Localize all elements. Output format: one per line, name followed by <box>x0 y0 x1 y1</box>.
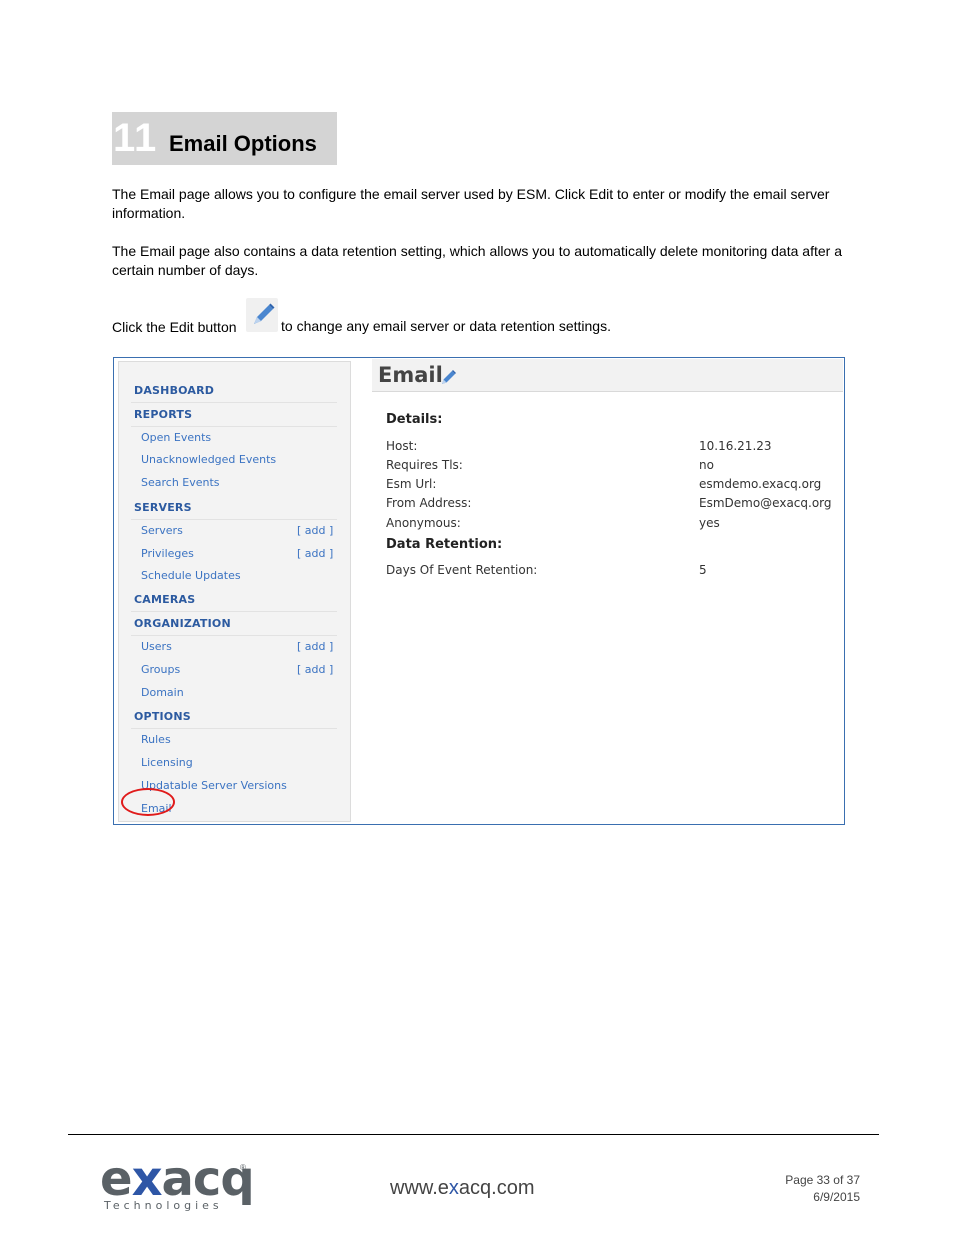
paragraph-2: The Email page also contains a data rete… <box>112 243 842 278</box>
nav-rules[interactable]: Rules <box>141 733 171 746</box>
section-number: 11 <box>113 116 158 160</box>
add-user-link[interactable]: [ add ] <box>297 640 333 653</box>
paragraph-1: The Email page allows you to configure t… <box>112 186 830 221</box>
esm-email-screenshot: DASHBOARD REPORTS Open Events Unacknowle… <box>113 357 845 825</box>
footer-divider <box>68 1134 879 1135</box>
nav-unacknowledged-events[interactable]: Unacknowledged Events <box>141 453 276 466</box>
nav-reports[interactable]: REPORTS <box>134 408 192 421</box>
tls-label: Requires Tls: <box>386 458 463 472</box>
nav-servers[interactable]: Servers <box>141 524 183 537</box>
retention-days-label: Days Of Event Retention: <box>386 563 538 577</box>
nav-users[interactable]: Users <box>141 640 172 653</box>
nav-schedule-updates[interactable]: Schedule Updates <box>141 569 241 582</box>
url-label: Esm Url: <box>386 477 437 491</box>
edit-instruction-before: Click the Edit button <box>112 319 237 335</box>
edit-pencil-icon[interactable] <box>440 368 458 391</box>
nav-organization[interactable]: ORGANIZATION <box>134 617 231 630</box>
exacq-logo: exacq ® Technologies <box>100 1151 255 1212</box>
from-address-label: From Address: <box>386 496 472 510</box>
pencil-icon <box>246 298 278 332</box>
nav-search-events[interactable]: Search Events <box>141 476 220 489</box>
nav-cameras[interactable]: CAMERAS <box>134 593 195 606</box>
edit-instruction-after: to change any email server or data reten… <box>281 318 611 334</box>
tls-value: no <box>699 458 714 472</box>
retention-days-value: 5 <box>699 563 707 577</box>
website-url: www.exacq.com <box>390 1177 535 1199</box>
add-privilege-link[interactable]: [ add ] <box>297 547 333 560</box>
page-number: Page 33 of 37 <box>785 1173 860 1187</box>
nav-servers-heading[interactable]: SERVERS <box>134 501 192 514</box>
from-address-value: EsmDemo@exacq.org <box>699 496 832 510</box>
email-panel-title: Email <box>378 363 443 387</box>
host-label: Host: <box>386 439 418 453</box>
nav-open-events[interactable]: Open Events <box>141 431 211 444</box>
page-info: Page 33 of 37 6/9/2015 <box>785 1172 860 1206</box>
data-retention-title: Data Retention: <box>386 537 503 552</box>
nav-privileges[interactable]: Privileges <box>141 547 194 560</box>
highlight-circle <box>121 788 175 816</box>
url-value: esmdemo.exacq.org <box>699 477 822 491</box>
add-server-link[interactable]: [ add ] <box>297 524 333 537</box>
section-title: Email Options <box>169 131 317 156</box>
details-title: Details: <box>386 412 443 427</box>
host-value: 10.16.21.23 <box>699 439 772 453</box>
add-group-link[interactable]: [ add ] <box>297 663 333 676</box>
nav-options[interactable]: OPTIONS <box>134 710 191 723</box>
sidebar: DASHBOARD REPORTS Open Events Unacknowle… <box>118 361 351 822</box>
page-date: 6/9/2015 <box>813 1190 860 1204</box>
nav-domain[interactable]: Domain <box>141 686 184 699</box>
anonymous-value: yes <box>699 516 720 530</box>
nav-licensing[interactable]: Licensing <box>141 756 193 769</box>
nav-groups[interactable]: Groups <box>141 663 180 676</box>
anonymous-label: Anonymous: <box>386 516 461 530</box>
nav-dashboard[interactable]: DASHBOARD <box>134 384 214 397</box>
